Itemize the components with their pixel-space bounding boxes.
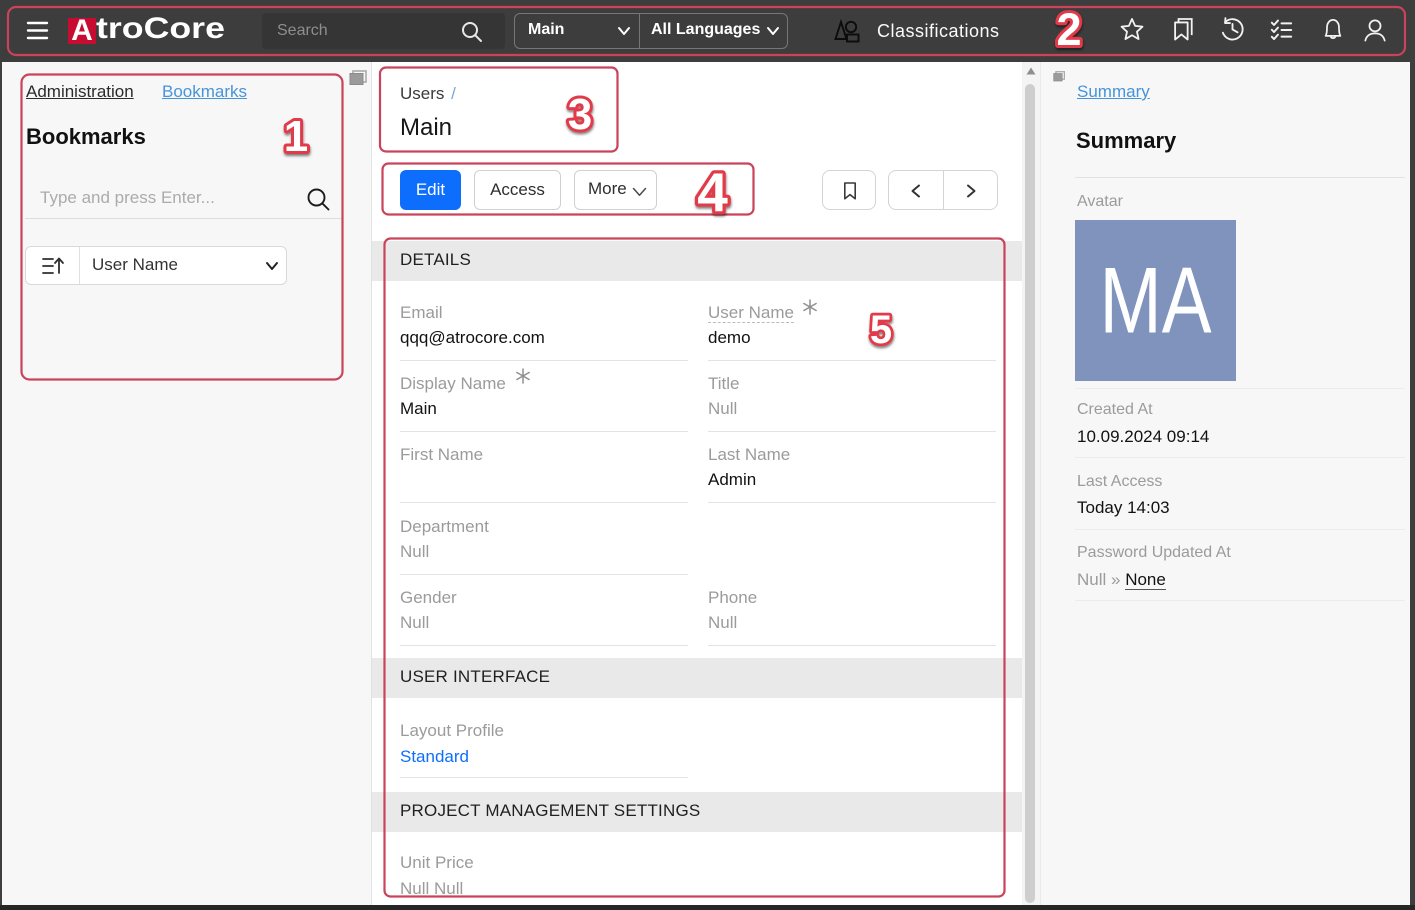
svg-text:MA: MA [1100, 248, 1212, 353]
